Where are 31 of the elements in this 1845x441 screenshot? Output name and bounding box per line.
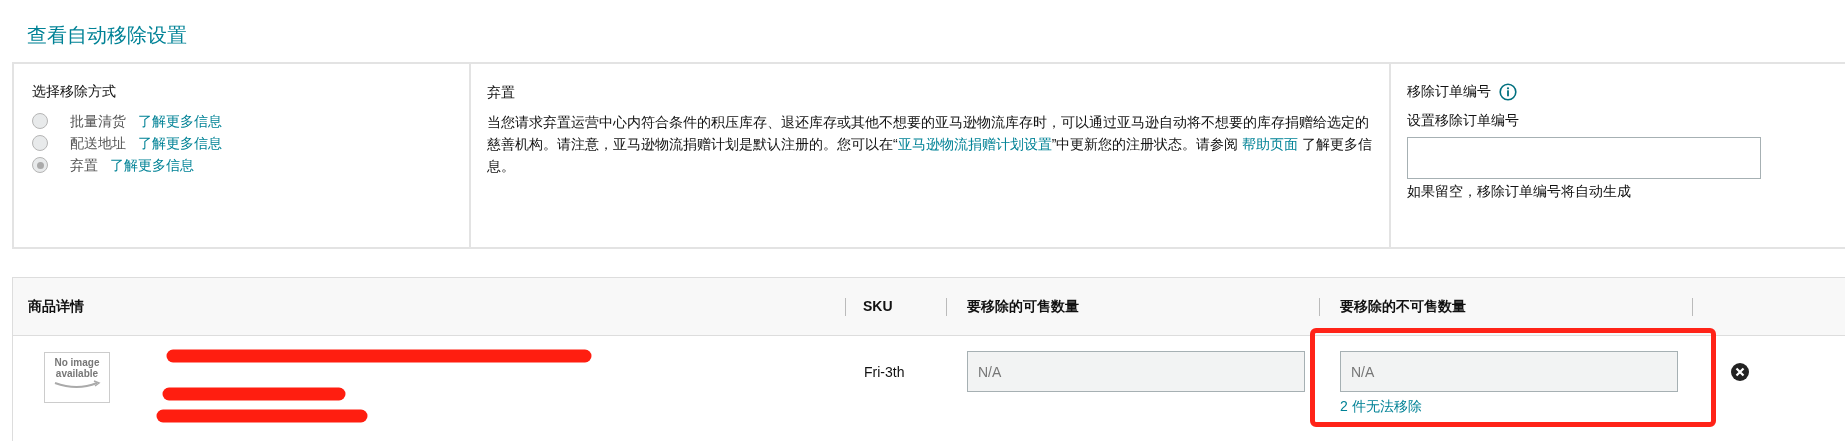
column-header: 商品详情: [27, 297, 85, 316]
option-label: 批量清货: [70, 111, 126, 131]
remove-icon[interactable]: [1731, 363, 1749, 381]
column-header: 要移除的可售数量: [966, 297, 1080, 316]
disabled-field: N/A: [1340, 351, 1678, 392]
order-id-field[interactable]: [1407, 137, 1761, 179]
help-link[interactable]: 帮助页面: [1242, 136, 1299, 152]
disabled-field: N/A: [967, 351, 1305, 392]
page-title: 查看自动移除设置: [26, 23, 188, 48]
radio-button[interactable]: [32, 135, 48, 151]
learn-more-link[interactable]: 了解更多信息: [110, 154, 194, 176]
option-label: 配送地址: [70, 133, 126, 153]
column-header: SKU: [862, 297, 894, 316]
option-label: 弃置: [70, 155, 98, 175]
radio-button[interactable]: [32, 113, 48, 129]
hint-text: 如果留空，移除订单编号将自动生成: [1407, 182, 1632, 201]
section-title: 弃置: [487, 83, 516, 102]
unremovable-link[interactable]: 2 件无法移除: [1340, 396, 1422, 417]
help-link[interactable]: 亚马逊物流捐赠计划设置: [897, 136, 1052, 152]
info-icon[interactable]: [1499, 82, 1517, 101]
radio-button[interactable]: [32, 157, 48, 173]
column-header: 要移除的不可售数量: [1339, 297, 1467, 316]
learn-more-link[interactable]: 了解更多信息: [138, 132, 222, 154]
section-title: 移除订单编号: [1407, 82, 1491, 101]
description-text: 当您请求弃置运营中心内符合条件的积压库存、退还库存或其他不想要的亚马逊物流库存时，可以通过亚马逊自动将不想要的库存捐赠给选定的慈善机构。请注意，亚马逊物流捐赠计划是默认注册的。您可以在“亚马逊物流捐赠计划设置”中更新您的注册状态。请参阅 帮助页面 了解更多信息。: [487, 113, 1373, 176]
section-label: 选择移除方式: [32, 82, 117, 101]
no-image-text: No image available: [53, 357, 101, 379]
sku-text: Fri-3th: [864, 364, 905, 380]
learn-more-link[interactable]: 了解更多信息: [138, 110, 222, 132]
smile-arrow-icon: [52, 380, 102, 391]
field-label: 设置移除订单编号: [1407, 111, 1520, 130]
